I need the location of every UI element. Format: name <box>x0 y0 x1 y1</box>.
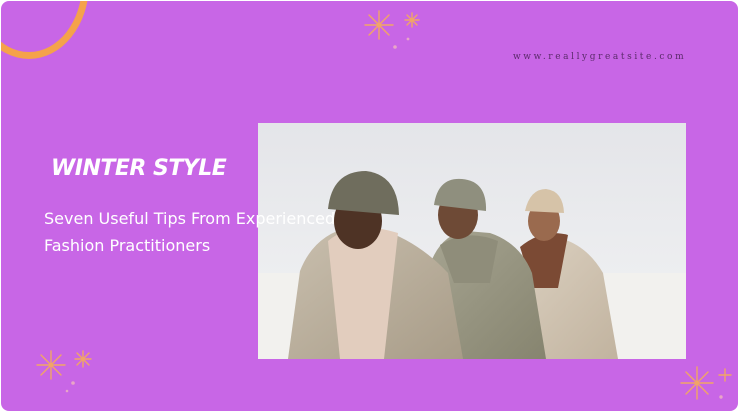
subtitle: Seven Useful Tips From Experienced Fashi… <box>44 205 424 259</box>
sparkle-icon <box>364 10 420 49</box>
decorative-arc <box>1 1 89 59</box>
site-url[interactable]: www.reallygreatsite.com <box>513 52 686 62</box>
subtitle-line: Fashion Practitioners <box>44 236 211 255</box>
subtitle-line: Seven Useful Tips From Experienced <box>44 209 336 228</box>
sparkle-icon <box>680 366 732 400</box>
slide-canvas: www.reallygreatsite.com WINTER STYLE Sev… <box>1 1 738 411</box>
sparkle-icon <box>36 350 92 393</box>
page-title: WINTER STYLE <box>51 156 227 181</box>
